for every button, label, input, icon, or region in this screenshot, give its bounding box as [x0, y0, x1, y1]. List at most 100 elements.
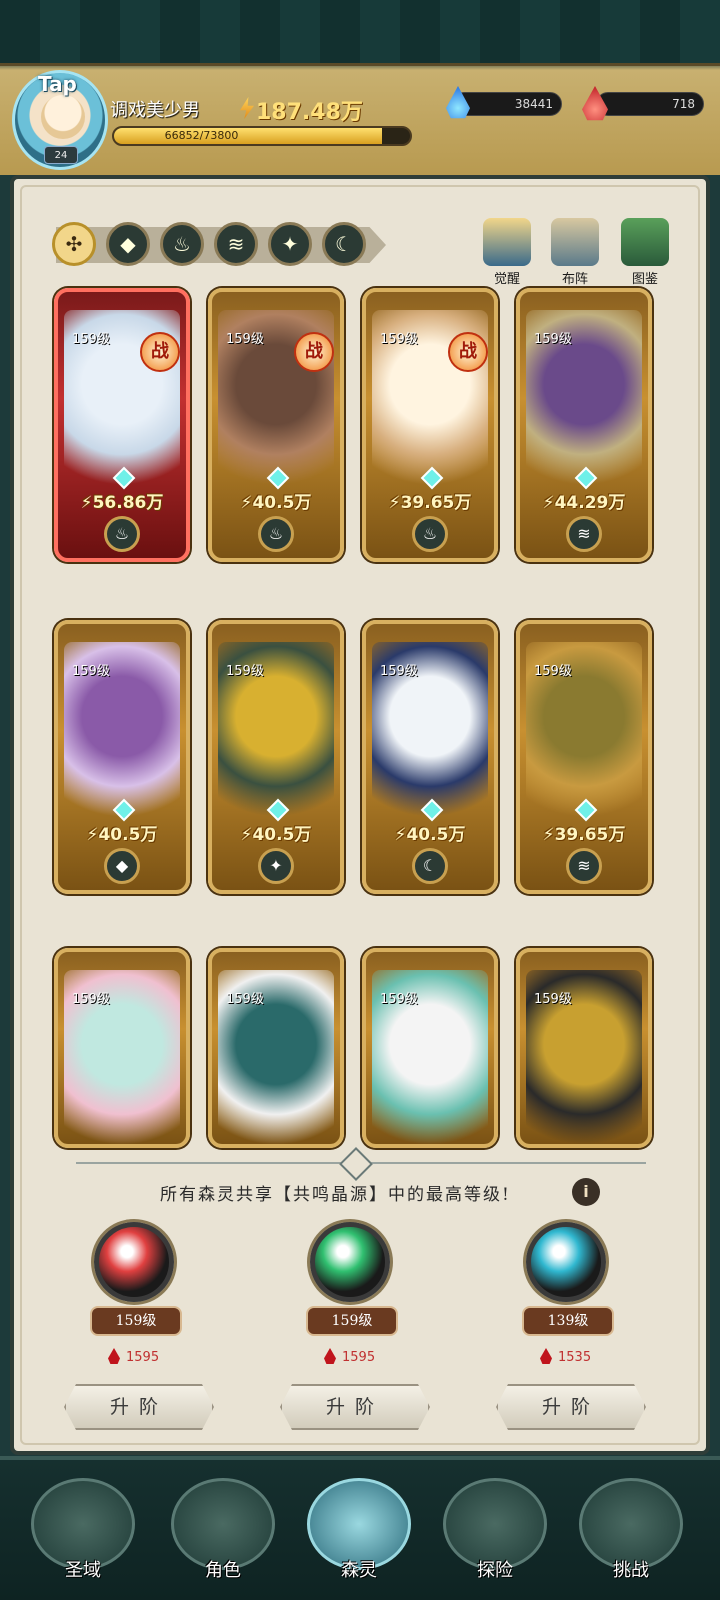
wind-icon: ≋: [227, 232, 245, 256]
spirit-level: 159级: [72, 992, 110, 1007]
resonance-orb-block: 139级 1535 升阶: [480, 1216, 650, 1430]
moon-icon: ☾: [335, 232, 353, 256]
spirit-level: 159级: [380, 992, 418, 1007]
exp-text: 66852/73800: [164, 129, 239, 142]
spirit-level: 159级: [72, 332, 110, 347]
spirit-card[interactable]: 159级: [208, 948, 344, 1148]
resonance-orb[interactable]: [526, 1222, 606, 1302]
spirit-card[interactable]: 159级 ⚡44.29万 ≋: [516, 288, 652, 562]
spirit-level: 159级: [226, 332, 264, 347]
nav-sword[interactable]: 挑战: [570, 1478, 692, 1598]
orb-level: 159级: [90, 1306, 182, 1336]
nav-shield[interactable]: 探险: [434, 1478, 556, 1598]
nav-tree[interactable]: 圣域: [22, 1478, 144, 1598]
resonance-info-text: 所有森灵共享【共鸣晶源】中的最高等级!: [160, 1185, 511, 1205]
red-resource[interactable]: 718: [596, 92, 704, 116]
spirit-card[interactable]: 159级 战 ⚡39.65万 ♨: [362, 288, 498, 562]
grid-icon: ✣: [65, 232, 83, 256]
dark-element-icon: ☾: [412, 848, 448, 884]
codex-button[interactable]: 图鉴: [614, 218, 676, 287]
upgrade-button[interactable]: 升阶: [64, 1384, 214, 1430]
spirit-level: 159级: [226, 664, 264, 679]
spirit-power: ⚡40.5万: [394, 825, 466, 845]
nav-label: 圣域: [65, 1560, 101, 1581]
spirit-card[interactable]: 159级 战 ⚡56.86万 ♨: [54, 288, 190, 562]
blue-resource-value: 38441: [514, 97, 553, 111]
battle-badge: 战: [294, 332, 334, 372]
spirit-card[interactable]: 159级: [54, 948, 190, 1148]
light-element-icon: ✦: [258, 848, 294, 884]
blue-resource[interactable]: 38441: [452, 92, 562, 116]
resonance-orb[interactable]: [94, 1222, 174, 1302]
resonance-orb-block: 159级 1595 升阶: [264, 1216, 434, 1430]
star-icon: ✦: [281, 232, 299, 256]
player-name: 调戏美少男: [110, 100, 200, 121]
upgrade-button[interactable]: 升阶: [280, 1384, 430, 1430]
fire-icon: ♨: [173, 232, 191, 256]
spirit-power: ⚡39.65万: [542, 825, 626, 845]
spirit-level: 159级: [534, 332, 572, 347]
spirit-card[interactable]: 159级 ⚡40.5万 ☾: [362, 620, 498, 894]
nav-label: 挑战: [613, 1560, 649, 1581]
info-icon[interactable]: i: [572, 1178, 600, 1206]
spirit-level: 159级: [226, 992, 264, 1007]
spirit-card[interactable]: 159级 ⚡40.5万 ✦: [208, 620, 344, 894]
top-bar: [0, 0, 720, 175]
exp-bar: 66852/73800: [112, 126, 412, 146]
nav-character[interactable]: 角色: [162, 1478, 284, 1598]
spirit-power: ⚡40.5万: [240, 825, 312, 845]
top-pattern: [0, 0, 720, 66]
wind-element-icon: ≋: [566, 516, 602, 552]
codex-icon: [621, 218, 669, 266]
filter-light[interactable]: ✦: [268, 222, 312, 266]
water-element-icon: ◆: [104, 848, 140, 884]
nav-spirit[interactable]: 森灵: [298, 1478, 420, 1598]
red-crystal-icon: [324, 1348, 336, 1364]
wind-element-icon: ≋: [566, 848, 602, 884]
spirit-level: 159级: [380, 664, 418, 679]
formation-button[interactable]: 布阵: [544, 218, 606, 287]
upgrade-cost-value: 1595: [342, 1350, 376, 1365]
fire-element-icon: ♨: [412, 516, 448, 552]
fire-element-icon: ♨: [104, 516, 140, 552]
nav-label: 角色: [205, 1560, 241, 1581]
upgrade-cost-value: 1595: [126, 1350, 160, 1365]
battle-badge: 战: [140, 332, 180, 372]
upgrade-cost-value: 1535: [558, 1350, 592, 1365]
awaken-label: 觉醒: [493, 272, 520, 287]
spirit-card[interactable]: 159级 ⚡40.5万 ◆: [54, 620, 190, 894]
spirit-level: 159级: [534, 664, 572, 679]
upgrade-cost: 1595: [108, 1348, 159, 1365]
filter-dark[interactable]: ☾: [322, 222, 366, 266]
upgrade-button[interactable]: 升阶: [496, 1384, 646, 1430]
power-value: 187.48万: [256, 100, 363, 125]
upgrade-cost: 1595: [324, 1348, 375, 1365]
red-crystal-icon: [108, 1348, 120, 1364]
spirit-power: ⚡44.29万: [542, 493, 626, 513]
awaken-button[interactable]: 觉醒: [476, 218, 538, 287]
orb-level: 139级: [522, 1306, 614, 1336]
filter-water[interactable]: ◆: [106, 222, 150, 266]
tap-label: Tap: [38, 72, 77, 96]
formation-icon: [551, 218, 599, 266]
awaken-icon: [483, 218, 531, 266]
spirit-card[interactable]: 159级: [362, 948, 498, 1148]
player-level-badge: 24: [44, 146, 78, 164]
spirit-power: ⚡40.5万: [240, 493, 312, 513]
resonance-orb[interactable]: [310, 1222, 390, 1302]
spirit-power: ⚡39.65万: [388, 493, 472, 513]
fire-element-icon: ♨: [258, 516, 294, 552]
spirit-card[interactable]: 159级: [516, 948, 652, 1148]
avatar-face: [41, 95, 85, 139]
nav-label: 探险: [477, 1560, 513, 1581]
spirit-level: 159级: [534, 992, 572, 1007]
filter-all[interactable]: ✣: [52, 222, 96, 266]
water-icon: ◆: [120, 232, 136, 256]
spirit-card[interactable]: 159级 战 ⚡40.5万 ♨: [208, 288, 344, 562]
orb-level: 159级: [306, 1306, 398, 1336]
spirit-power: ⚡56.86万: [80, 493, 164, 513]
filter-fire[interactable]: ♨: [160, 222, 204, 266]
spirit-power: ⚡40.5万: [86, 825, 158, 845]
filter-wind[interactable]: ≋: [214, 222, 258, 266]
spirit-card[interactable]: 159级 ⚡39.65万 ≋: [516, 620, 652, 894]
